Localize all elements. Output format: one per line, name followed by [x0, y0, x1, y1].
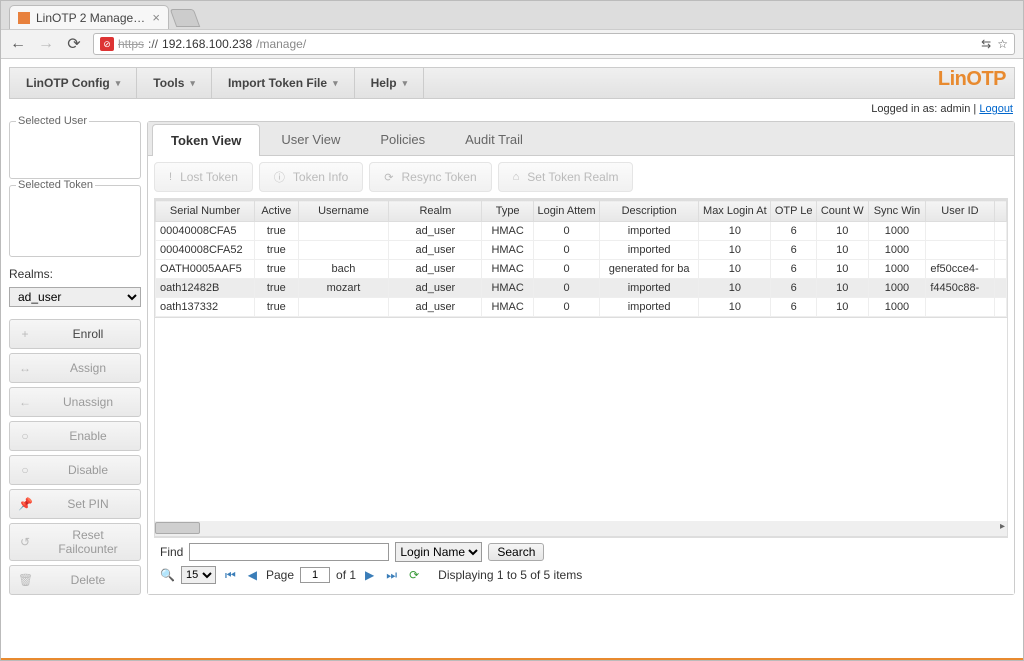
back-button[interactable]: ←	[9, 35, 27, 53]
column-header[interactable]: Max Login At	[699, 201, 771, 222]
column-header[interactable]: Login Attem	[533, 201, 599, 222]
close-tab-icon[interactable]: ×	[152, 10, 160, 25]
pager: 🔍 15 ⏮ ◀ Page of 1 ▶ ⏭ ⟳ Displaying 1 to…	[160, 566, 1002, 584]
find-field-select[interactable]: Login Name	[395, 542, 482, 562]
zoom-icon[interactable]: 🔍	[160, 568, 175, 582]
browser-address-bar: ← → ⟳ ⊘ https :// 192.168.100.238 /manag…	[1, 29, 1023, 59]
url-sep: ://	[148, 37, 158, 51]
first-page-button[interactable]: ⏮	[222, 568, 239, 583]
column-header[interactable]: OTP Le	[771, 201, 816, 222]
tab-policies[interactable]: Policies	[361, 123, 444, 155]
forward-button[interactable]: →	[37, 35, 55, 53]
main-panel: Token View User View Policies Audit Trai…	[147, 121, 1015, 595]
assign-button[interactable]: ↔Assign	[9, 353, 141, 383]
lost-token-button[interactable]: !Lost Token	[154, 162, 253, 192]
token-info-button[interactable]: ⓘToken Info	[259, 162, 363, 192]
column-header[interactable]: Description	[600, 201, 699, 222]
resync-icon: ⟳	[384, 171, 393, 184]
enroll-button[interactable]: +Enroll	[9, 319, 141, 349]
url-input[interactable]: ⊘ https :// 192.168.100.238 /manage/ ⇆ ☆	[93, 33, 1015, 55]
selected-token-box: Selected Token	[9, 185, 141, 257]
column-header[interactable]: Serial Number	[156, 201, 255, 222]
page-number-input[interactable]	[300, 567, 330, 583]
left-sidebar: Selected User Selected Token Realms: ad_…	[9, 121, 141, 595]
page-size-select[interactable]: 15	[181, 566, 216, 584]
selected-user-legend: Selected User	[16, 115, 89, 127]
main-menubar: LinOTP Config▾ Tools▾ Import Token File▾…	[9, 67, 1015, 99]
scroll-right-arrow[interactable]: ▸	[1000, 521, 1005, 532]
table-row[interactable]: OATH0005AAF5truebachad_userHMAC0generate…	[156, 260, 1007, 279]
menu-tools[interactable]: Tools▾	[137, 68, 212, 98]
brand-logo: LinOTP	[930, 68, 1014, 98]
translate-icon[interactable]: ⇆	[981, 37, 991, 51]
scrollbar-thumb[interactable]	[155, 522, 200, 534]
tab-token-view[interactable]: Token View	[152, 124, 260, 156]
selected-user-box: Selected User	[9, 121, 141, 179]
find-label: Find	[160, 545, 183, 559]
new-tab-button[interactable]	[170, 9, 201, 27]
url-host: 192.168.100.238	[162, 37, 252, 51]
favicon	[18, 12, 30, 24]
delete-button[interactable]: 🗑Delete	[9, 565, 141, 595]
prev-page-button[interactable]: ◀	[245, 568, 260, 582]
footer-accent	[1, 658, 1023, 660]
https-label: https	[118, 37, 144, 51]
browser-tab-title: LinOTP 2 Manageme	[36, 11, 146, 25]
bookmark-icon[interactable]: ☆	[997, 37, 1008, 51]
menu-help[interactable]: Help▾	[355, 68, 425, 98]
disable-button[interactable]: ○Disable	[9, 455, 141, 485]
search-button[interactable]: Search	[488, 543, 544, 561]
reset-failcounter-button[interactable]: ↺Reset Failcounter	[9, 523, 141, 561]
column-header[interactable]: Username	[298, 201, 389, 222]
menu-import-token-file[interactable]: Import Token File▾	[212, 68, 355, 98]
horizontal-scrollbar[interactable]: ▸	[154, 521, 1008, 537]
table-row[interactable]: 00040008CFA5truead_userHMAC0imported1061…	[156, 222, 1007, 241]
info-icon: ⓘ	[274, 169, 285, 185]
refresh-button[interactable]: ⟳	[406, 568, 422, 582]
browser-tabstrip: LinOTP 2 Manageme ×	[1, 1, 1023, 29]
realms-label: Realms:	[9, 267, 141, 281]
table-row[interactable]: 00040008CFA52truead_userHMAC0imported106…	[156, 241, 1007, 260]
column-header[interactable]: Sync Win	[868, 201, 926, 222]
next-page-button[interactable]: ▶	[362, 568, 377, 582]
enable-button[interactable]: ○Enable	[9, 421, 141, 451]
app-root: LinOTP Config▾ Tools▾ Import Token File▾…	[1, 59, 1023, 660]
logout-link[interactable]: Logout	[979, 103, 1013, 115]
column-header[interactable]: Active	[255, 201, 298, 222]
column-header[interactable]: User ID	[926, 201, 994, 222]
set-pin-button[interactable]: 📌Set PIN	[9, 489, 141, 519]
realms-select[interactable]: ad_user	[9, 287, 141, 307]
set-token-realm-button[interactable]: ⌂Set Token Realm	[498, 162, 634, 192]
tab-user-view[interactable]: User View	[262, 123, 359, 155]
token-table[interactable]: Serial NumberActiveUsernameRealmTypeLogi…	[154, 199, 1008, 318]
browser-tab[interactable]: LinOTP 2 Manageme ×	[9, 5, 169, 29]
login-status: Logged in as: admin | Logout	[1, 99, 1023, 115]
unassign-button[interactable]: ←Unassign	[9, 387, 141, 417]
last-page-button[interactable]: ⏭	[383, 568, 400, 583]
menu-linotp-config[interactable]: LinOTP Config▾	[10, 68, 137, 98]
find-input[interactable]	[189, 543, 389, 561]
home-icon: ⌂	[513, 171, 520, 183]
column-header[interactable]: Count W	[816, 201, 868, 222]
tab-audit-trail[interactable]: Audit Trail	[446, 123, 542, 155]
url-path: /manage/	[256, 37, 306, 51]
find-row: Find Login Name Search	[160, 542, 1002, 562]
resync-token-button[interactable]: ⟳Resync Token	[369, 162, 491, 192]
lost-icon: !	[169, 171, 172, 183]
page-label-pre: Page	[266, 568, 294, 582]
table-row[interactable]: oath137332truead_userHMAC0imported106101…	[156, 298, 1007, 317]
https-warning-icon: ⊘	[100, 37, 114, 51]
pager-status: Displaying 1 to 5 of 5 items	[438, 568, 582, 582]
table-row[interactable]: oath12482Btruemozartad_userHMAC0imported…	[156, 279, 1007, 298]
selected-token-legend: Selected Token	[16, 179, 95, 191]
reload-button[interactable]: ⟳	[65, 34, 83, 54]
page-label-post: of 1	[336, 568, 356, 582]
main-tabs: Token View User View Policies Audit Trai…	[148, 122, 1014, 156]
column-header[interactable]: Type	[482, 201, 534, 222]
token-toolbar: !Lost Token ⓘToken Info ⟳Resync Token ⌂S…	[148, 156, 1014, 198]
column-header[interactable]: Realm	[389, 201, 482, 222]
